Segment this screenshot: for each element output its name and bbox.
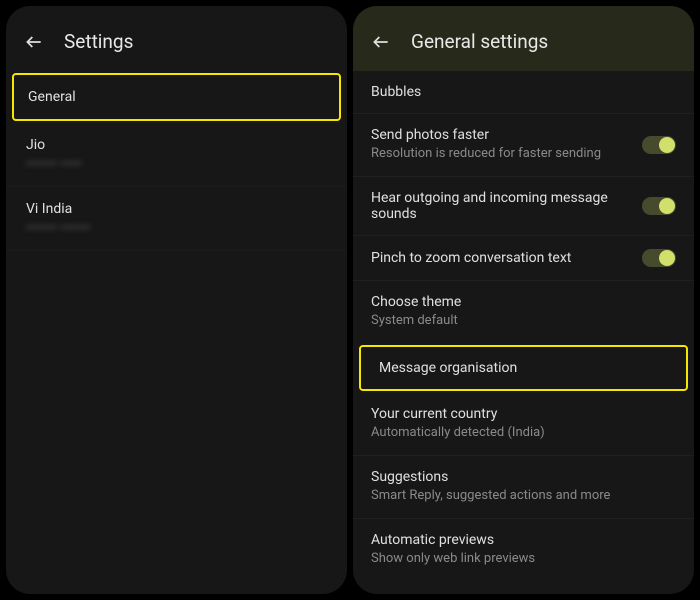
settings-panel: Settings General Jio ••••••• ••••• Vi In… [6, 6, 347, 594]
row-sub: System default [371, 313, 676, 330]
row-choose-theme[interactable]: Choose theme System default [353, 281, 694, 343]
row-current-country[interactable]: Your current country Automatically detec… [353, 393, 694, 455]
row-pinch-zoom[interactable]: Pinch to zoom conversation text [353, 236, 694, 280]
settings-title: Settings [64, 30, 133, 53]
general-settings-panel: General settings Bubbles Send photos fas… [353, 6, 694, 594]
general-settings-list: Bubbles Send photos faster Resolution is… [353, 71, 694, 580]
row-sub: Smart Reply, suggested actions and more [371, 488, 676, 505]
settings-item-label: Jio [26, 137, 327, 153]
settings-header: Settings [6, 6, 347, 71]
row-sub: Automatically detected (India) [371, 425, 676, 442]
settings-item-jio[interactable]: Jio ••••••• ••••• [6, 123, 347, 187]
toggle-send-photos-faster[interactable] [642, 136, 676, 154]
row-automatic-previews[interactable]: Automatic previews Show only web link pr… [353, 519, 694, 581]
row-sub: Resolution is reduced for faster sending [371, 146, 632, 163]
row-label: Bubbles [371, 84, 676, 100]
row-label: Send photos faster [371, 127, 632, 143]
row-send-photos-faster[interactable]: Send photos faster Resolution is reduced… [353, 114, 694, 176]
row-suggestions[interactable]: Suggestions Smart Reply, suggested actio… [353, 456, 694, 518]
row-bubbles[interactable]: Bubbles [353, 71, 694, 113]
row-label: Pinch to zoom conversation text [371, 250, 632, 266]
back-arrow-icon[interactable] [24, 32, 44, 52]
settings-item-sub-blurred: ••••••• ••••• [26, 157, 327, 172]
toggle-pinch-zoom[interactable] [642, 249, 676, 267]
row-label: Suggestions [371, 469, 676, 485]
general-settings-header: General settings [353, 6, 694, 71]
back-arrow-icon[interactable] [371, 32, 391, 52]
settings-item-general[interactable]: General [12, 73, 341, 121]
row-label: Hear outgoing and incoming message sound… [371, 190, 632, 222]
row-message-organisation[interactable]: Message organisation [359, 345, 688, 391]
settings-item-label: Vi India [26, 201, 327, 217]
row-label: Message organisation [379, 360, 668, 376]
general-settings-title: General settings [411, 30, 548, 53]
settings-item-label: General [28, 89, 325, 105]
settings-item-vi-india[interactable]: Vi India ••••••• ••••••• [6, 187, 347, 251]
row-message-sounds[interactable]: Hear outgoing and incoming message sound… [353, 177, 694, 235]
settings-item-sub-blurred: ••••••• ••••••• [26, 221, 327, 236]
row-label: Automatic previews [371, 532, 676, 548]
row-label: Choose theme [371, 294, 676, 310]
row-label: Your current country [371, 406, 676, 422]
row-sub: Show only web link previews [371, 551, 676, 568]
toggle-message-sounds[interactable] [642, 197, 676, 215]
